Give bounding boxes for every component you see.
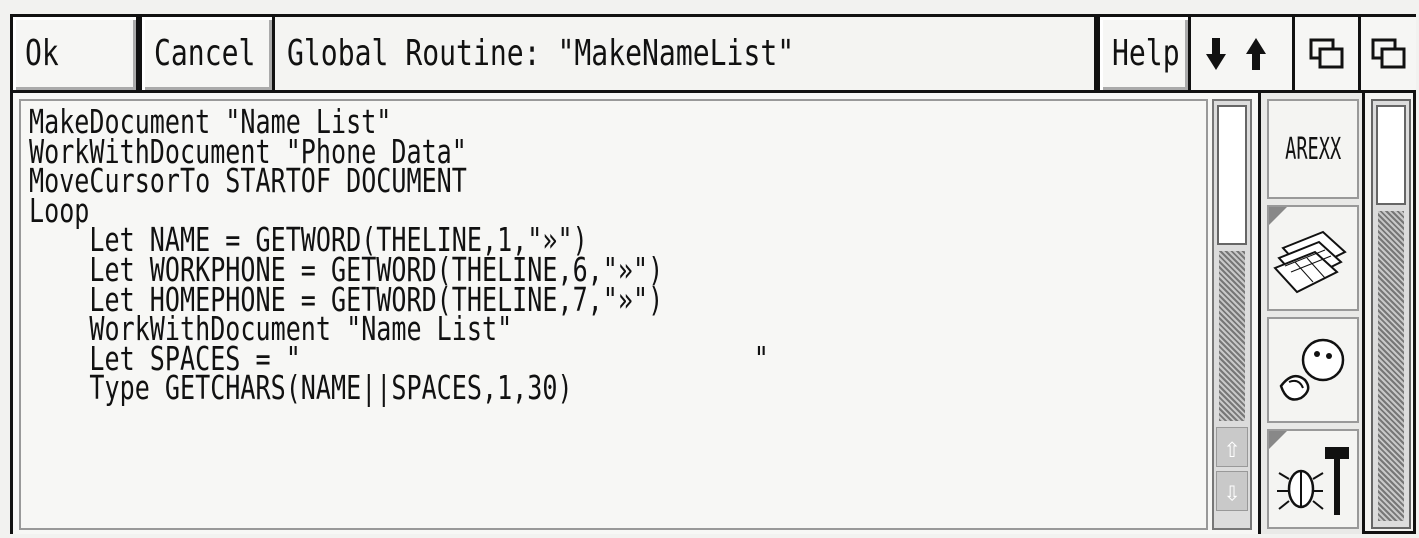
code-line: Type GETCHARS(NAME||SPACES,1,30) [29,368,573,408]
window-title[interactable]: Global Routine: "MakeNameList" [275,17,1097,90]
tool-palette-scrollbar[interactable] [1371,99,1411,529]
code-listing: MakeDocument "Name List" WorkWithDocument… [29,105,1003,408]
help-button[interactable]: Help [1097,17,1191,90]
arexx-tool-button[interactable]: AREXX [1267,99,1359,199]
clipart-icon [1279,338,1345,401]
code-text-area[interactable]: MakeDocument "Name List" WorkWithDocument… [19,99,1208,530]
corner-mark [1269,207,1287,225]
bug-hammer-icon [1277,447,1349,515]
title-bar: Ok Cancel Global Routine: "MakeNameList"… [13,17,1416,93]
spreadsheet-tool-button[interactable] [1267,205,1359,311]
code-editor: MakeDocument "Name List" WorkWithDocument… [13,93,1261,534]
window-depth-icon [1309,38,1343,68]
arexx-label: AREXX [1285,131,1341,167]
routine-editor-window: Ok Cancel Global Routine: "MakeNameList"… [10,14,1416,534]
corner-mark [1269,431,1287,449]
window-zoom-button[interactable] [1295,17,1361,90]
window-title-text: Global Routine: "MakeNameList" [287,33,795,74]
window-depth-button[interactable] [1361,17,1416,90]
scrollbar-track[interactable] [1378,211,1404,521]
up-down-arrows-button[interactable] [1191,17,1295,90]
cancel-button[interactable]: Cancel [139,17,275,90]
scroll-up-button[interactable]: ⇧ [1216,427,1248,467]
editor-scrollbar[interactable]: ⇧ ⇩ [1212,99,1252,530]
debug-tool-button[interactable] [1267,429,1359,529]
scrollbar-thumb[interactable] [1217,105,1247,245]
code-line: MoveCursorTo STARTOF DOCUMENT [29,161,467,201]
scrollbar-track[interactable] [1219,251,1245,421]
up-down-arrows-icon [1205,37,1266,70]
ok-button[interactable]: Ok [13,17,139,90]
scrollbar-thumb[interactable] [1376,105,1406,205]
tool-palette: AREXX [1261,93,1365,534]
scroll-down-button[interactable]: ⇩ [1216,471,1248,511]
clipart-tool-button[interactable] [1267,317,1359,423]
spreadsheet-icon [1273,230,1347,294]
window-depth-icon [1371,38,1405,68]
